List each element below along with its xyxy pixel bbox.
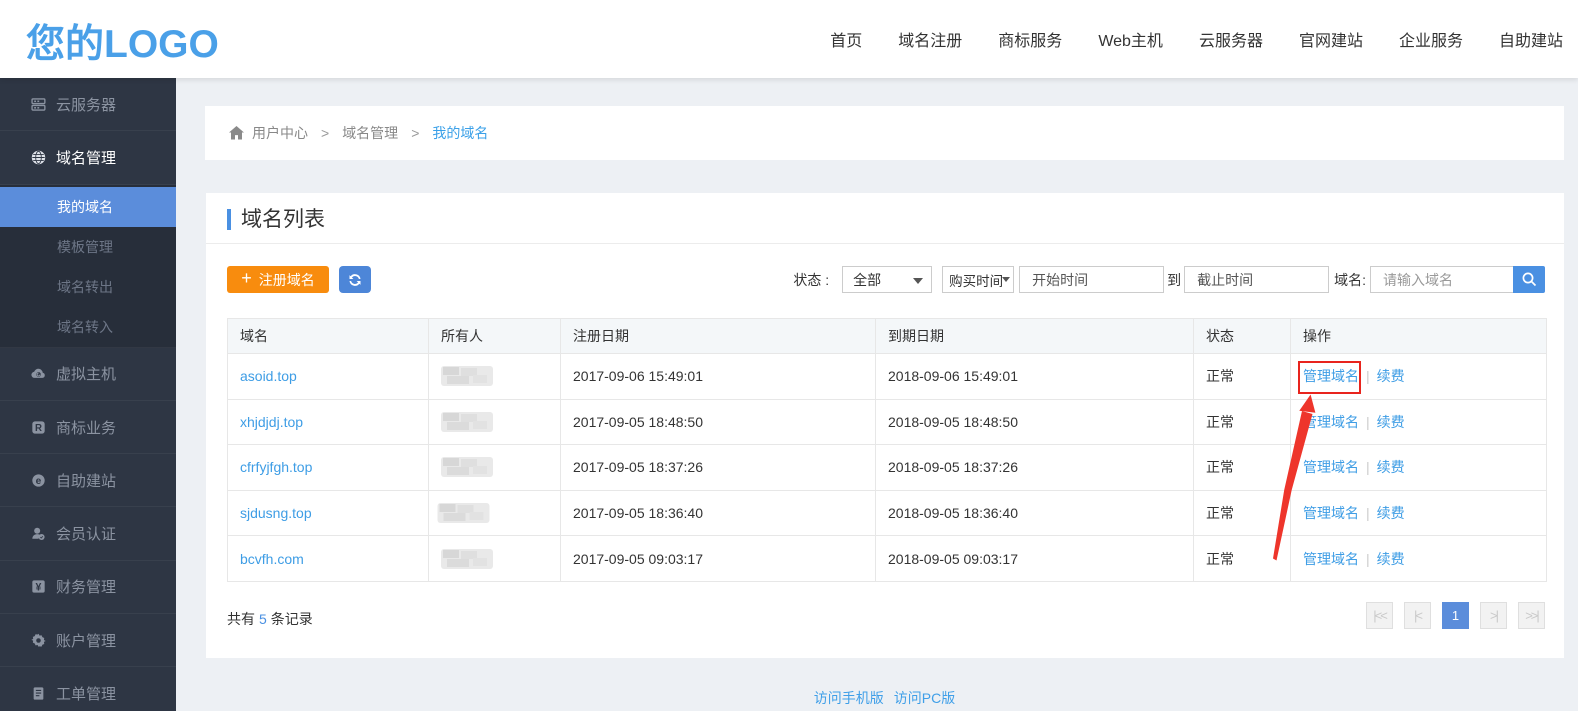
svg-text:e: e <box>36 476 42 487</box>
svg-text:¥: ¥ <box>36 582 42 594</box>
svg-text:R: R <box>35 423 42 434</box>
